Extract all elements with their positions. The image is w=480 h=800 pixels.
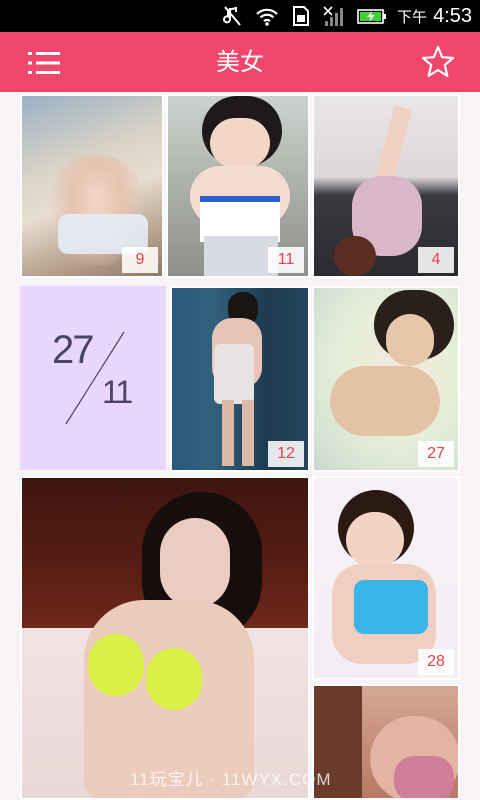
photo-count-badge: 12: [268, 441, 304, 467]
sim-icon: [293, 6, 310, 26]
photo-grid: 9 11 4 27 11 12 27 28 11玩宝儿 · 11WYX.COM: [0, 92, 480, 800]
photo-count-badge: 11: [268, 247, 304, 273]
album-tile[interactable]: 12: [170, 286, 310, 472]
photo-count-badge: 4: [418, 247, 454, 273]
watermark: 11玩宝儿 · 11WYX.COM: [130, 770, 332, 789]
star-outline-icon: [421, 45, 455, 78]
photo-count-badge: 28: [418, 649, 454, 675]
album-tile[interactable]: 11: [166, 94, 310, 278]
clock-time: 4:53: [433, 4, 472, 27]
menu-icon: [28, 52, 60, 74]
album-photo: [22, 478, 308, 798]
album-tile[interactable]: [312, 684, 460, 800]
date-month: 11: [102, 374, 133, 410]
favorite-button[interactable]: [420, 44, 456, 80]
album-tile[interactable]: 9: [20, 94, 164, 278]
album-tile[interactable]: [20, 476, 310, 800]
ampm-label: 下午: [397, 7, 428, 26]
album-photo: [314, 478, 458, 678]
photo-count-badge: 27: [418, 441, 454, 467]
app-screen: 下午 4:53 美女 9 11 4 27 11 12 27 28 11玩宝儿 ·…: [0, 0, 480, 800]
album-photo: [314, 686, 458, 798]
menu-button[interactable]: [26, 49, 62, 77]
battery-charging-icon: [357, 9, 387, 24]
album-tile[interactable]: 28: [312, 476, 460, 680]
album-tile[interactable]: 27: [312, 286, 460, 472]
muted-icon: [223, 6, 241, 26]
photo-count-badge: 9: [122, 247, 158, 273]
date-tile: 27 11: [20, 286, 166, 470]
app-bar: 美女: [0, 32, 480, 92]
album-tile[interactable]: 4: [312, 94, 460, 278]
wifi-icon: [256, 8, 278, 26]
status-bar: 下午 4:53: [0, 0, 480, 32]
signal-icon: [323, 6, 344, 26]
page-title: 美女: [216, 48, 264, 76]
